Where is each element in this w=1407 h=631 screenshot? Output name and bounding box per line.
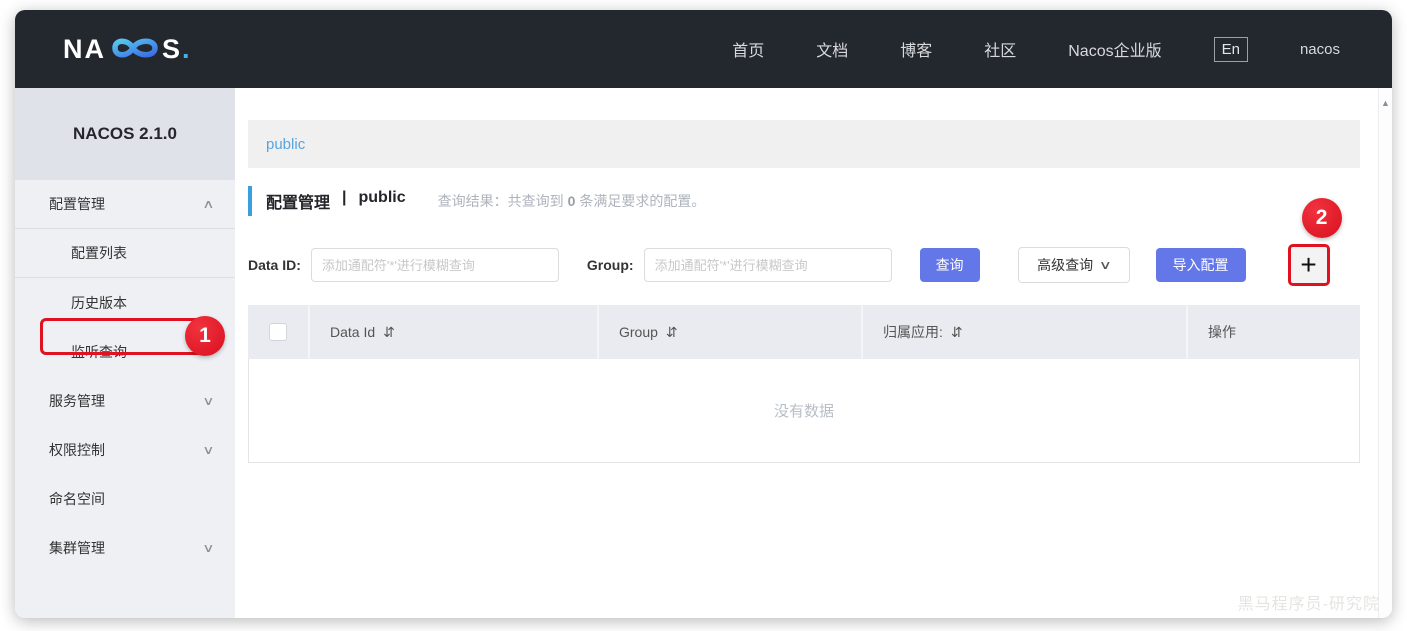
sidebar-item-config-management[interactable]: 配置管理 ∧ (15, 180, 235, 229)
advanced-query-button[interactable]: 高级查询 ∨ (1017, 247, 1130, 283)
column-label: 操作 (1208, 324, 1236, 340)
group-input[interactable] (643, 248, 892, 282)
nacos-console-window: NA S . 首页 文档 博客 社区 Nacos企业版 En nacos NAC… (15, 10, 1392, 618)
column-label: 归属应用: (883, 324, 943, 340)
sidebar: NACOS 2.1.0 配置管理 ∧ 配置列表 历史版本 监听查询 服务管理 ∨… (15, 88, 235, 618)
sort-icon[interactable]: ⇵ (666, 324, 678, 341)
table-body-empty: 没有数据 (248, 359, 1360, 463)
annotation-step2-badge: 2 (1301, 198, 1342, 238)
sidebar-item-label: 集群管理 (49, 539, 105, 556)
chevron-down-icon: ∨ (202, 540, 215, 555)
sidebar-item-label: 监听查询 (71, 343, 127, 360)
language-toggle[interactable]: En (1213, 36, 1248, 62)
column-operations: 操作 (1188, 305, 1360, 359)
scroll-up-arrow-icon[interactable]: ▲ (1381, 98, 1390, 108)
nav-blog[interactable]: 博客 (900, 37, 932, 61)
chevron-down-icon: ∨ (202, 393, 215, 408)
column-application[interactable]: 归属应用: ⇵ (863, 305, 1188, 359)
query-result-summary: 查询结果：共查询到 0 条满足要求的配置。 (437, 193, 706, 209)
infinity-icon (109, 35, 161, 68)
page-heading-row: 配置管理 | public 查询结果：共查询到 0 条满足要求的配置。 (248, 186, 1360, 216)
column-data-id[interactable]: Data Id ⇵ (310, 305, 599, 359)
page-title-text: 配置管理 (266, 195, 331, 212)
chevron-down-icon: ∨ (202, 442, 215, 457)
sidebar-item-cluster-management[interactable]: 集群管理 ∨ (15, 523, 235, 572)
sidebar-version-title: NACOS 2.1.0 (15, 88, 235, 180)
select-all-checkbox[interactable] (269, 323, 287, 341)
title-namespace: public (358, 189, 406, 206)
nacos-logo[interactable]: NA S . (63, 31, 192, 68)
sidebar-item-label: 配置列表 (71, 245, 127, 261)
import-config-button[interactable]: 导入配置 (1155, 248, 1246, 282)
sidebar-item-config-list[interactable]: 配置列表 (15, 229, 235, 278)
logo-dot: . (182, 33, 192, 64)
sidebar-item-label: 历史版本 (71, 294, 127, 311)
sidebar-item-label: 服务管理 (49, 392, 105, 409)
sidebar-item-permission-control[interactable]: 权限控制 ∨ (15, 425, 235, 474)
advanced-query-label: 高级查询 (1037, 257, 1094, 273)
chevron-up-icon: ∧ (202, 197, 215, 211)
header-checkbox-cell (248, 305, 310, 359)
data-id-input[interactable] (310, 248, 559, 282)
table-header: Data Id ⇵ Group ⇵ 归属应用: ⇵ 操作 (248, 305, 1360, 359)
nav-home[interactable]: 首页 (732, 37, 764, 61)
plus-icon: + (1300, 249, 1317, 280)
config-table: Data Id ⇵ Group ⇵ 归属应用: ⇵ 操作 没有数据 (248, 305, 1360, 463)
sidebar-item-service-management[interactable]: 服务管理 ∨ (15, 376, 235, 425)
column-label: Data Id (330, 324, 376, 340)
watermark-text: 黑马程序员-研究院 (1237, 594, 1380, 613)
nav-docs[interactable]: 文档 (816, 37, 848, 61)
empty-state-text: 没有数据 (773, 403, 834, 420)
search-form: Data ID: Group: 查询 高级查询 ∨ 导入配置 + 2 (248, 198, 1360, 286)
chevron-down-icon: ∨ (1098, 258, 1113, 272)
column-group[interactable]: Group ⇵ (599, 305, 863, 359)
logo-text-left: NA (63, 33, 106, 64)
data-id-label: Data ID: (248, 257, 301, 273)
nav-menu: 首页 文档 博客 社区 Nacos企业版 En nacos (732, 36, 1340, 62)
namespace-bar: public (248, 120, 1360, 168)
annotation-step1-badge: 1 (185, 316, 225, 356)
namespace-tab-public[interactable]: public (266, 136, 305, 153)
sidebar-item-label: 命名空间 (49, 490, 105, 507)
logo-text-right: S (162, 33, 183, 64)
add-config-button[interactable]: + (1287, 244, 1330, 286)
query-button[interactable]: 查询 (919, 248, 980, 282)
main-content: public 配置管理 | public 查询结果：共查询到 0 条满足要求的配置。… (235, 88, 1378, 618)
column-label: Group (619, 324, 658, 340)
sidebar-item-label: 配置管理 (49, 196, 105, 212)
page-title: 配置管理 | public (266, 189, 406, 213)
scrollbar[interactable]: ▲ (1378, 88, 1392, 618)
group-label: Group: (586, 257, 634, 273)
add-config-wrapper: + 2 (1287, 198, 1342, 286)
top-navbar: NA S . 首页 文档 博客 社区 Nacos企业版 En nacos (15, 10, 1392, 88)
nav-community[interactable]: 社区 (984, 37, 1016, 61)
sort-icon[interactable]: ⇵ (383, 324, 395, 341)
sort-icon[interactable]: ⇵ (951, 324, 963, 341)
nav-enterprise[interactable]: Nacos企业版 (1068, 37, 1161, 61)
title-separator: | (342, 189, 347, 206)
sidebar-item-label: 权限控制 (49, 441, 105, 458)
result-count: 0 (567, 193, 576, 209)
user-menu[interactable]: nacos (1300, 41, 1340, 58)
sidebar-item-namespace[interactable]: 命名空间 (15, 474, 235, 523)
